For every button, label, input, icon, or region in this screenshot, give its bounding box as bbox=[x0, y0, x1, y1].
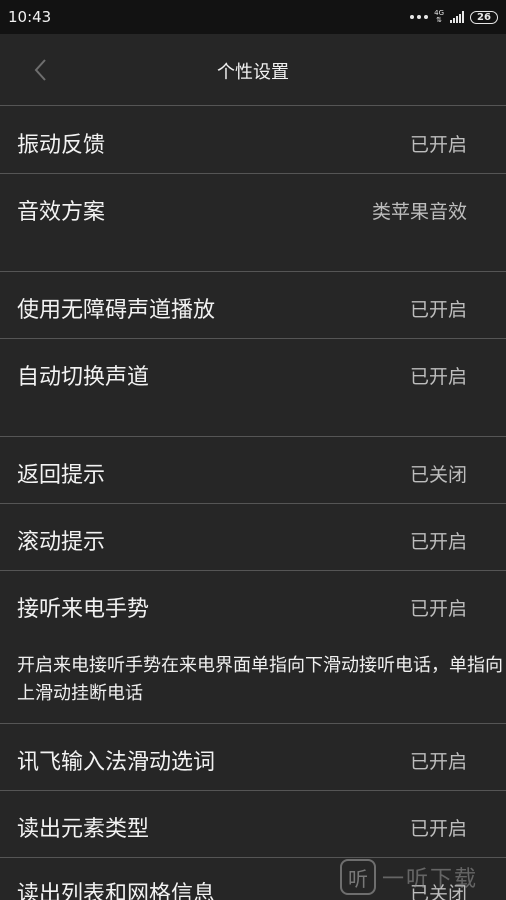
setting-label: 讯飞输入法滑动选词 bbox=[17, 750, 216, 775]
setting-label: 返回提示 bbox=[17, 463, 106, 488]
setting-row-auto-switch-channel[interactable]: 自动切换声道 已开启 bbox=[0, 339, 506, 436]
setting-row-sound-scheme[interactable]: 音效方案 类苹果音效 bbox=[0, 174, 506, 271]
title-bar: 个性设置 bbox=[0, 34, 506, 106]
setting-row-accessibility-channel[interactable]: 使用无障碍声道播放 已开启 bbox=[0, 272, 506, 338]
setting-value: 已开启 bbox=[409, 366, 467, 388]
setting-description: 开启来电接听手势在来电界面单指向下滑动接听电话，单指向上滑动挂断电话 bbox=[17, 655, 503, 704]
network-type-icon: 4G ⇅ bbox=[434, 9, 444, 24]
setting-label: 接听来电手势 bbox=[17, 597, 150, 622]
signal-strength-icon bbox=[450, 11, 464, 23]
setting-label: 滚动提示 bbox=[17, 530, 106, 555]
page-title: 个性设置 bbox=[217, 62, 289, 83]
setting-value: 已开启 bbox=[409, 818, 467, 840]
status-bar: 10:43 4G ⇅ 26 bbox=[0, 0, 506, 34]
setting-label: 自动切换声道 bbox=[17, 365, 150, 390]
setting-label: 读出列表和网格信息 bbox=[17, 882, 216, 900]
setting-value: 已开启 bbox=[409, 299, 467, 321]
setting-value: 已开启 bbox=[409, 598, 467, 620]
battery-level: 26 bbox=[477, 11, 491, 23]
setting-label: 振动反馈 bbox=[17, 133, 106, 158]
setting-label: 使用无障碍声道播放 bbox=[17, 298, 216, 323]
setting-row-read-element-type[interactable]: 读出元素类型 已开启 bbox=[0, 791, 506, 857]
setting-label: 音效方案 bbox=[17, 200, 106, 225]
setting-row-vibration-feedback[interactable]: 振动反馈 已开启 bbox=[0, 107, 506, 173]
battery-icon: 26 bbox=[470, 10, 498, 24]
setting-label: 读出元素类型 bbox=[17, 817, 150, 842]
setting-value: 已开启 bbox=[409, 134, 467, 156]
watermark-logo-icon: 听 bbox=[340, 859, 376, 895]
notification-dots-icon bbox=[410, 15, 429, 19]
setting-value: 已开启 bbox=[409, 751, 467, 773]
watermark-text: 一听下载 bbox=[382, 867, 479, 892]
status-icons: 4G ⇅ 26 bbox=[410, 10, 498, 24]
watermark-logo-glyph: 听 bbox=[348, 866, 368, 891]
settings-screen: 10:43 4G ⇅ 26 个性设置 振动反馈 已开启 音效方案 类苹果音效 使… bbox=[0, 0, 506, 900]
watermark: 听 一听下载 bbox=[340, 854, 506, 900]
setting-value: 已关闭 bbox=[409, 464, 467, 486]
setting-value: 类苹果音效 bbox=[371, 201, 467, 223]
setting-row-back-hint[interactable]: 返回提示 已关闭 bbox=[0, 437, 506, 503]
setting-row-ime-swipe-select[interactable]: 讯飞输入法滑动选词 已开启 bbox=[0, 724, 506, 790]
status-time: 10:43 bbox=[8, 8, 52, 26]
setting-value: 已开启 bbox=[409, 531, 467, 553]
setting-row-scroll-hint[interactable]: 滚动提示 已开启 bbox=[0, 504, 506, 570]
